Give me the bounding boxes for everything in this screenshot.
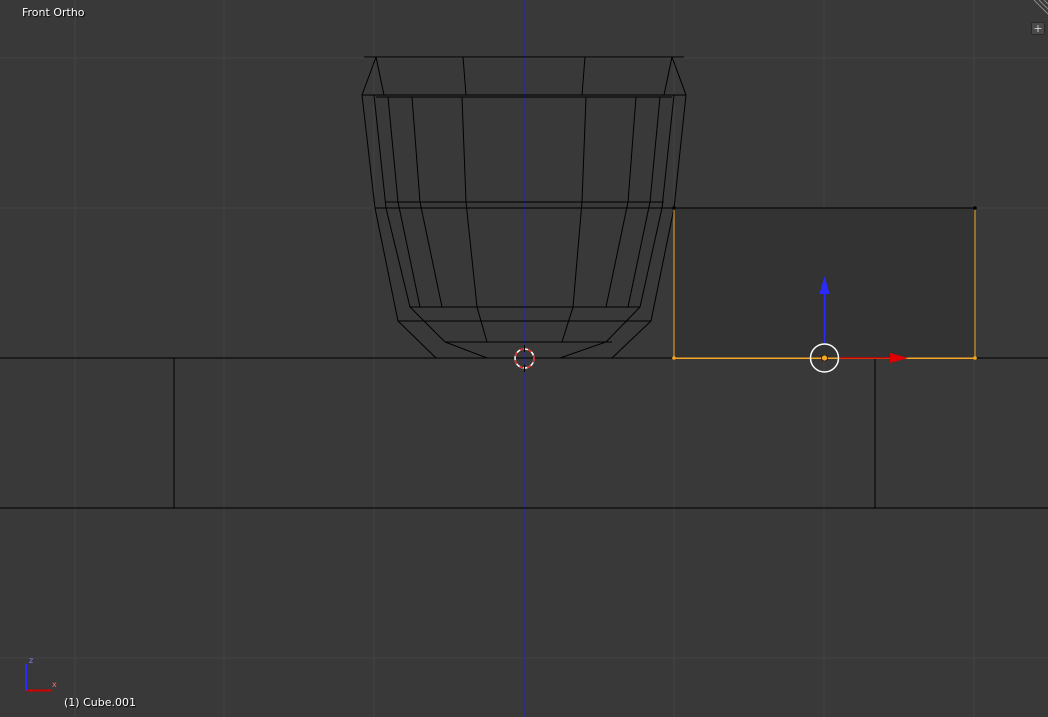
properties-toggle-button[interactable]: +: [1031, 22, 1045, 35]
object-origin-dot: [821, 354, 828, 362]
cube-vertex[interactable]: [973, 206, 977, 210]
cube-vertex[interactable]: [672, 356, 676, 360]
active-object-label: (1) Cube.001: [64, 696, 136, 709]
cube-vertex[interactable]: [672, 206, 676, 210]
cube-vertex[interactable]: [973, 356, 977, 360]
axis-z-letter: z: [29, 656, 34, 665]
view-name-label: Front Ortho: [22, 6, 85, 19]
axis-orientation-icon: [25, 664, 52, 692]
area-split-handle-icon[interactable]: [1033, 0, 1048, 15]
axis-x-letter: x: [52, 680, 57, 689]
3d-viewport[interactable]: Front Ortho (1) Cube.001 z x +: [0, 0, 1048, 717]
